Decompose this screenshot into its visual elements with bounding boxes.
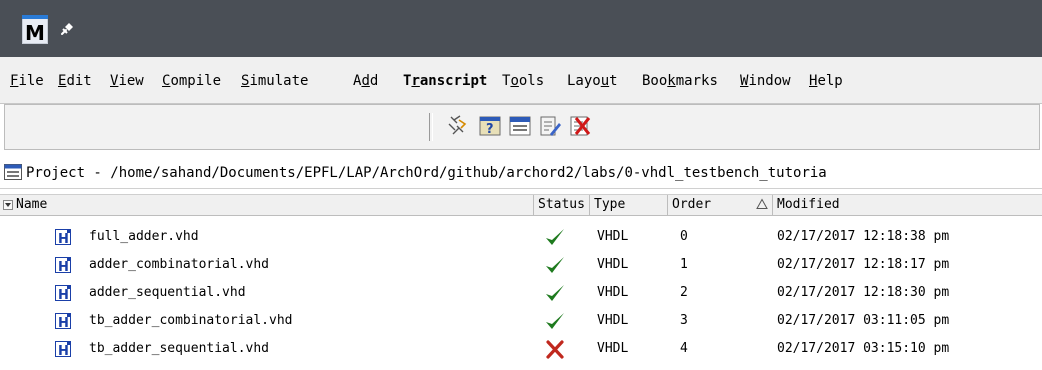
menu-tools[interactable]: Tools	[502, 71, 544, 91]
menu-view[interactable]: View	[110, 71, 144, 91]
compile-icon[interactable]	[445, 114, 469, 138]
file-name: adder_sequential.vhd	[89, 285, 246, 300]
file-modified: 02/17/2017 12:18:30 pm	[777, 285, 950, 300]
project-window-icon[interactable]	[508, 114, 532, 138]
project-header: Project - /home/sahand/Documents/EPFL/LA…	[0, 158, 1042, 189]
file-name: adder_combinatorial.vhd	[89, 257, 270, 272]
column-label-type: Type	[594, 197, 626, 212]
toolbar-separator	[429, 113, 433, 141]
collapse-triangle-icon[interactable]	[3, 200, 13, 210]
svg-text:H: H	[58, 260, 69, 273]
file-name: tb_adder_combinatorial.vhd	[89, 313, 293, 328]
file-order: 3	[680, 313, 688, 328]
title-bar: M	[0, 0, 1042, 57]
menu-bar: File Edit View Compile Simulate Add Transcript…	[0, 57, 1042, 104]
error-x-icon	[546, 340, 564, 359]
column-header-type[interactable]: Type	[590, 195, 668, 215]
file-modified: 02/17/2017 12:18:38 pm	[777, 229, 950, 244]
menu-bookmarks[interactable]: Bookmarks	[642, 71, 718, 91]
file-name: full_adder.vhd	[89, 229, 199, 244]
menu-edit[interactable]: Edit	[58, 71, 92, 91]
svg-text:?: ?	[486, 122, 494, 137]
table-row[interactable]: Hadder_combinatorial.vhd VHDL 1 02/17/2017 …	[0, 252, 1042, 278]
vhdl-file-icon: H	[55, 341, 71, 357]
question-project-icon[interactable]: ?	[478, 114, 502, 138]
menu-add[interactable]: Add	[353, 71, 378, 91]
modelsim-logo-icon: M	[22, 15, 48, 45]
svg-text:H: H	[58, 316, 69, 329]
menu-window[interactable]: Window	[740, 71, 791, 91]
column-label-order: Order	[672, 197, 712, 212]
svg-text:H: H	[58, 232, 69, 245]
menu-help[interactable]: Help	[809, 71, 843, 91]
file-modified: 02/17/2017 03:15:10 pm	[777, 341, 950, 356]
menu-simulate[interactable]: Simulate	[241, 71, 308, 91]
menu-file[interactable]: File	[10, 71, 44, 91]
checkmark-icon	[546, 313, 564, 329]
file-name: tb_adder_sequential.vhd	[89, 341, 270, 356]
table-row[interactable]: Hadder_sequential.vhd VHDL 2 02/17/2017 12:…	[0, 280, 1042, 306]
file-type: VHDL	[597, 341, 629, 356]
checkmark-icon	[546, 229, 564, 245]
column-header-modified[interactable]: Modified	[773, 195, 1042, 215]
column-label-modified: Modified	[777, 197, 840, 212]
sort-ascending-icon	[756, 198, 768, 209]
file-type: VHDL	[597, 229, 629, 244]
menu-compile[interactable]: Compile	[162, 71, 221, 91]
table-row[interactable]: Hfull_adder.vhd VHDL 0 02/17/2017 12:18:38 …	[0, 224, 1042, 250]
project-window-icon	[4, 164, 22, 180]
checkmark-icon	[546, 285, 564, 301]
file-modified: 02/17/2017 03:11:05 pm	[777, 313, 950, 328]
file-order: 0	[680, 229, 688, 244]
svg-text:H: H	[58, 288, 69, 301]
edit-document-icon[interactable]	[538, 114, 562, 138]
file-type: VHDL	[597, 257, 629, 272]
column-label-name: Name	[16, 197, 48, 212]
column-header-name[interactable]: Name	[0, 195, 534, 215]
project-path-title: Project - /home/sahand/Documents/EPFL/LA…	[26, 165, 827, 181]
file-order: 2	[680, 285, 688, 300]
column-header-status[interactable]: Status	[534, 195, 590, 215]
checkmark-icon	[546, 257, 564, 273]
file-type: VHDL	[597, 285, 629, 300]
close-project-icon[interactable]	[568, 114, 592, 138]
vhdl-file-icon: H	[55, 229, 71, 245]
toolbar: ?	[4, 104, 1040, 150]
vhdl-file-icon: H	[55, 285, 71, 301]
file-modified: 02/17/2017 12:18:17 pm	[777, 257, 950, 272]
svg-text:H: H	[58, 344, 69, 357]
file-type: VHDL	[597, 313, 629, 328]
column-label-status: Status	[538, 197, 585, 212]
table-row[interactable]: Htb_adder_sequential.vhd VHDL 4 02/17/2017 …	[0, 336, 1042, 362]
table-header: Name Status Type Order Modified	[0, 194, 1042, 216]
file-order: 1	[680, 257, 688, 272]
table-row[interactable]: Htb_adder_combinatorial.vhd VHDL 3 02/17/20…	[0, 308, 1042, 334]
pin-icon[interactable]	[58, 20, 76, 38]
file-order: 4	[680, 341, 688, 356]
vhdl-file-icon: H	[55, 313, 71, 329]
menu-layout[interactable]: Layout	[567, 71, 618, 91]
menu-transcript[interactable]: Transcript	[403, 71, 487, 91]
vhdl-file-icon: H	[55, 257, 71, 273]
